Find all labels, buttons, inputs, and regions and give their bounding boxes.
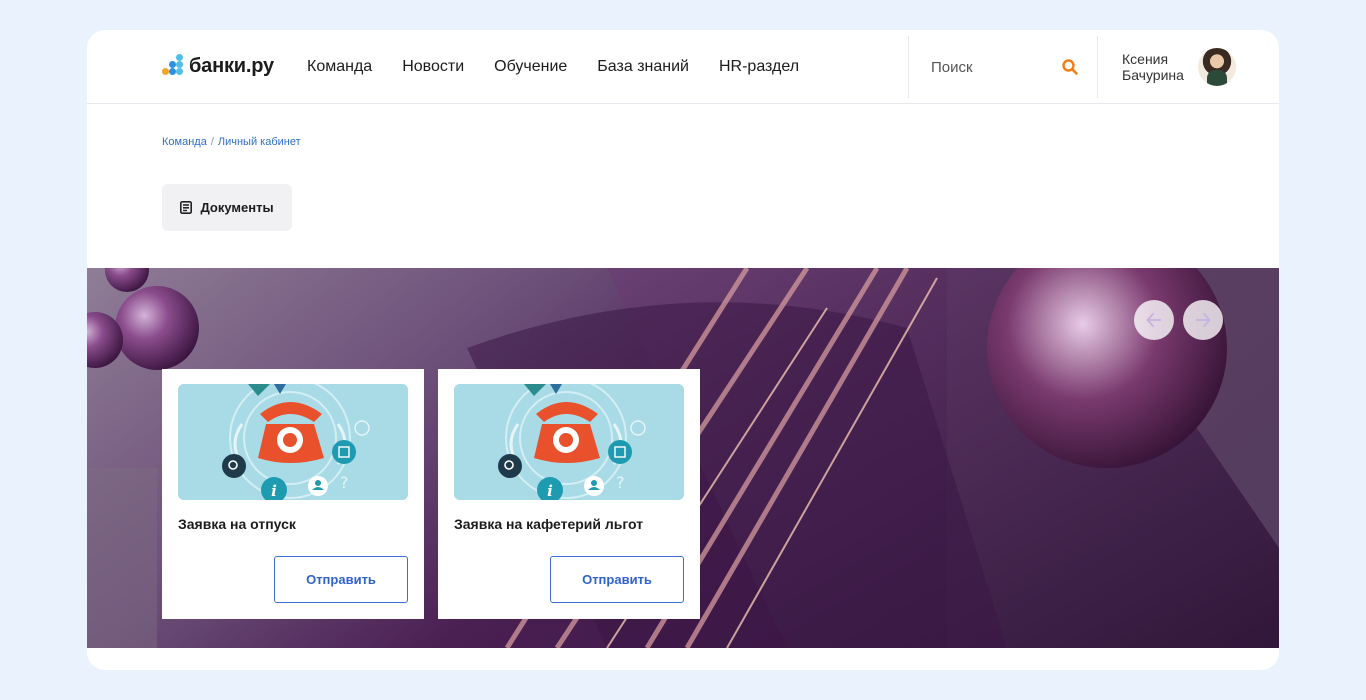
svg-text:?: ? [616,473,625,492]
svg-text:i: i [547,482,553,500]
send-button[interactable]: Отправить [550,556,684,603]
documents-button-label: Документы [200,200,274,215]
top-header: банки.ру Команда Новости Обучение База з… [87,30,1279,104]
documents-button[interactable]: Документы [162,184,292,231]
search-input[interactable] [931,56,1051,78]
phone-illustration-icon: i ? [178,384,408,500]
nav-item-team[interactable]: Команда [307,58,372,76]
main-window: банки.ру Команда Новости Обучение База з… [87,30,1279,670]
card-illustration: i ? [454,384,684,500]
arrow-left-icon [1146,313,1161,327]
breadcrumb-item-team[interactable]: Команда [162,136,207,148]
logo-mark-icon [162,54,184,78]
nav-item-learning[interactable]: Обучение [494,58,567,76]
send-button[interactable]: Отправить [274,556,408,603]
breadcrumb: Команда / Личный кабинет [162,136,301,148]
avatar[interactable] [1198,48,1236,86]
hero-carousel: i ? Заявка на отпуск Отправить i ? Заявк… [87,268,1279,648]
search-box [908,36,1098,98]
carousel-next-button[interactable] [1183,300,1223,340]
nav-item-news[interactable]: Новости [402,58,464,76]
carousel-prev-button[interactable] [1134,300,1174,340]
user-name: Ксения Бачурина [1122,51,1184,83]
nav-item-knowledge-base[interactable]: База знаний [597,58,689,76]
logo[interactable]: банки.ру [162,50,274,82]
arrow-right-icon [1196,313,1211,327]
card-title: Заявка на кафетерий льгот [454,516,644,532]
request-card: i ? Заявка на кафетерий льгот Отправить [438,369,700,619]
user-profile[interactable]: Ксения Бачурина [1122,44,1236,90]
svg-text:?: ? [340,473,349,492]
breadcrumb-separator: / [210,136,214,148]
search-icon[interactable] [1061,58,1079,76]
document-icon [180,201,193,214]
main-nav: Команда Новости Обучение База знаний HR-… [307,30,799,104]
svg-text:i: i [271,482,277,500]
request-card: i ? Заявка на отпуск Отправить [162,369,424,619]
card-title: Заявка на отпуск [178,516,296,532]
nav-item-hr[interactable]: HR-раздел [719,58,799,76]
breadcrumb-item-account[interactable]: Личный кабинет [218,136,301,148]
card-illustration: i ? [178,384,408,500]
phone-illustration-icon: i ? [454,384,684,500]
logo-text: банки.ру [189,54,274,77]
